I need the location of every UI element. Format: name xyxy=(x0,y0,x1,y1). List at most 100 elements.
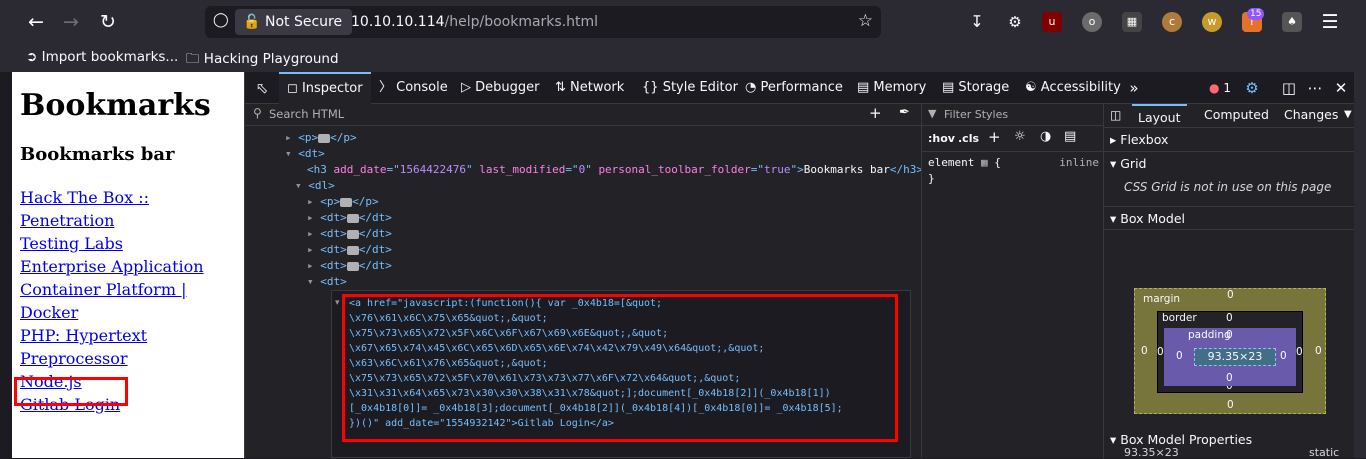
add-rule-icon[interactable]: + xyxy=(988,128,1001,146)
border-right[interactable]: 0 xyxy=(1296,346,1303,358)
hov-toggle[interactable]: :hov xyxy=(928,132,955,145)
address-bar[interactable]: ◯ 🔓 Not Secure 10.10.10.114/help/bookmar… xyxy=(205,6,881,38)
close-devtools-icon[interactable]: ✕ xyxy=(1331,72,1351,104)
filter-styles-bar[interactable]: ▼ Filter Styles xyxy=(922,104,1104,126)
tabs-dropdown-icon[interactable]: ▼ xyxy=(1344,109,1352,120)
add-node-icon[interactable]: + xyxy=(869,104,882,122)
not-secure-indicator[interactable]: 🔓 Not Secure xyxy=(235,9,353,35)
box-model-content[interactable]: 93.35×23 xyxy=(1194,348,1276,366)
print-media-icon[interactable]: ▤ xyxy=(1064,129,1076,144)
link-php-1[interactable]: PHP: Hypertext xyxy=(20,324,244,347)
shield-icon[interactable]: ◯ xyxy=(213,12,229,28)
search-html-input[interactable]: Search HTML xyxy=(269,107,344,121)
section-flexbox[interactable]: ▸ Flexbox xyxy=(1104,128,1356,152)
rules-view: ▼ Filter Styles :hov .cls + ☼ ◑ ▤ elemen… xyxy=(921,104,1104,458)
dock-side-icon[interactable]: ◫ xyxy=(1279,72,1299,104)
bookmark-star-icon[interactable]: ☆ xyxy=(858,11,873,31)
border-top[interactable]: 0 xyxy=(1226,312,1233,324)
html-search-bar[interactable]: ⚲ Search HTML + ✒ xyxy=(245,104,921,126)
tab-debugger[interactable]: ▷ Debugger xyxy=(461,72,540,104)
eyedropper-icon[interactable]: ✒ xyxy=(899,105,910,120)
tab-accessibility[interactable]: ☯ Accessibility xyxy=(1025,72,1121,104)
link-php-2[interactable]: Preprocessor xyxy=(20,347,244,370)
link-docker-1[interactable]: Enterprise Application xyxy=(20,255,244,278)
tab-style-editor[interactable]: {} Style Editor xyxy=(642,72,738,104)
container-icon[interactable]: ♠ xyxy=(1282,12,1302,32)
tree-line[interactable]: ▾ <dt> xyxy=(307,274,347,290)
hamburger-menu-icon[interactable]: ☰ xyxy=(1316,8,1344,36)
padding-top[interactable]: 0 xyxy=(1226,329,1233,341)
tree-line[interactable]: ▸ <dt> </dt> xyxy=(307,210,392,226)
margin-bottom[interactable]: 0 xyxy=(1227,399,1234,411)
tree-line[interactable]: ▸ <p> </p> xyxy=(307,194,379,210)
tab-inspector[interactable]: ◻ Inspector xyxy=(279,72,371,104)
section-grid[interactable]: ▾ Grid xyxy=(1104,152,1356,176)
element-picker-icon[interactable]: ⬁ xyxy=(251,72,273,104)
tree-line[interactable]: ▾ <dl> xyxy=(295,178,335,194)
extension-badge: 15 xyxy=(1247,8,1265,20)
forward-arrow-icon[interactable]: → xyxy=(57,8,85,36)
downloads-icon[interactable]: ↧ xyxy=(963,8,991,36)
sidebar-toggle-icon[interactable]: ◫ xyxy=(1110,108,1121,122)
url-host: 10.10.10.114 xyxy=(351,14,445,30)
tab-console[interactable]: 〉 Console xyxy=(379,72,448,104)
tree-line[interactable]: ▸ <dt> </dt> xyxy=(307,226,392,242)
margin-right[interactable]: 0 xyxy=(1315,345,1322,357)
overflow-menu-icon[interactable]: ⋯ xyxy=(1305,72,1325,104)
inline-label[interactable]: inline xyxy=(1059,156,1099,169)
tab-layout[interactable]: Layout xyxy=(1132,104,1187,128)
cookie-icon[interactable]: c xyxy=(1162,12,1182,32)
link-docker-2[interactable]: Container Platform | xyxy=(20,278,244,301)
dark-theme-icon[interactable]: ◑ xyxy=(1040,129,1051,144)
more-tools-chevron-icon[interactable]: » xyxy=(1125,72,1143,104)
tab-computed[interactable]: Computed xyxy=(1204,107,1269,122)
tree-line[interactable]: ▸ <dt> </dt> xyxy=(307,242,392,258)
url-path: /help/bookmarks.html xyxy=(444,14,599,30)
error-count-badge[interactable]: ● 1 xyxy=(1207,72,1233,104)
tab-network[interactable]: ⇅ Network xyxy=(555,72,624,104)
wappalyzer-icon[interactable]: w xyxy=(1202,12,1222,32)
ublock-icon[interactable]: u xyxy=(1042,12,1062,32)
extensions-icon[interactable]: ⚙ xyxy=(1001,8,1029,36)
tab-memory[interactable]: ▤ Memory xyxy=(857,72,926,104)
tree-line[interactable]: ▸ <p> </p> xyxy=(285,130,357,146)
light-theme-icon[interactable]: ☼ xyxy=(1014,129,1026,144)
cls-toggle[interactable]: .cls xyxy=(958,132,979,145)
tree-line[interactable]: ▸ <dt> </dt> xyxy=(307,258,392,274)
qr-code-icon[interactable]: ▦ xyxy=(1122,12,1142,32)
tab-storage[interactable]: ▤ Storage xyxy=(942,72,1009,104)
padding-right[interactable]: 0 xyxy=(1280,350,1287,362)
scrollbar[interactable] xyxy=(1354,72,1366,458)
box-model-margin[interactable]: margin 0 0 0 0 border 0 0 0 0 padding 0 … xyxy=(1134,288,1326,414)
border-left[interactable]: 0 xyxy=(1157,346,1164,358)
collapse-arrow-icon[interactable]: ▾ xyxy=(335,298,340,308)
link-htb-1[interactable]: Hack The Box :: Penetration xyxy=(20,186,244,232)
link-docker-3[interactable]: Docker xyxy=(20,301,244,324)
box-model-padding[interactable]: padding 0 0 0 0 93.35×23 xyxy=(1164,328,1296,386)
tree-line-h3[interactable]: <h3 add_date="1564422476" last_modified=… xyxy=(307,162,923,178)
margin-top[interactable]: 0 xyxy=(1227,289,1234,301)
inspector-icon: ◻ xyxy=(287,81,302,96)
back-arrow-icon[interactable]: ← xyxy=(22,8,50,36)
owl-extension-icon[interactable]: o xyxy=(1082,12,1102,32)
collapse-icon: ▾ xyxy=(1110,156,1121,171)
box-model-border[interactable]: border 0 0 0 0 padding 0 0 0 0 93.35×23 xyxy=(1157,311,1303,393)
reload-icon[interactable]: ↻ xyxy=(94,8,122,36)
section-box-model[interactable]: ▾ Box Model xyxy=(1104,206,1356,230)
tree-line[interactable]: ▾ <dt> xyxy=(285,146,325,162)
hacking-playground-folder[interactable]: 🗀 Hacking Playground xyxy=(186,49,339,72)
performance-icon: ◔ xyxy=(745,80,761,95)
url-text[interactable]: 10.10.10.114/help/bookmarks.html xyxy=(351,6,598,38)
section-box-model-properties[interactable]: ▾ Box Model Properties xyxy=(1110,432,1252,447)
filter-styles-input[interactable]: Filter Styles xyxy=(944,108,1008,121)
margin-left[interactable]: 0 xyxy=(1141,345,1148,357)
collapse-icon: ▾ xyxy=(1110,432,1121,447)
import-bookmarks-item[interactable]: ➲ Import bookmarks... xyxy=(26,49,178,65)
link-htb-2[interactable]: Testing Labs xyxy=(20,232,244,255)
padding-left[interactable]: 0 xyxy=(1176,350,1183,362)
size-readout: 93.35×23 xyxy=(1124,446,1179,459)
settings-icon[interactable]: ⚙ xyxy=(1241,72,1263,104)
tab-performance[interactable]: ◔ Performance xyxy=(745,72,843,104)
tab-changes[interactable]: Changes xyxy=(1284,107,1338,122)
padding-bottom[interactable]: 0 xyxy=(1226,372,1233,384)
